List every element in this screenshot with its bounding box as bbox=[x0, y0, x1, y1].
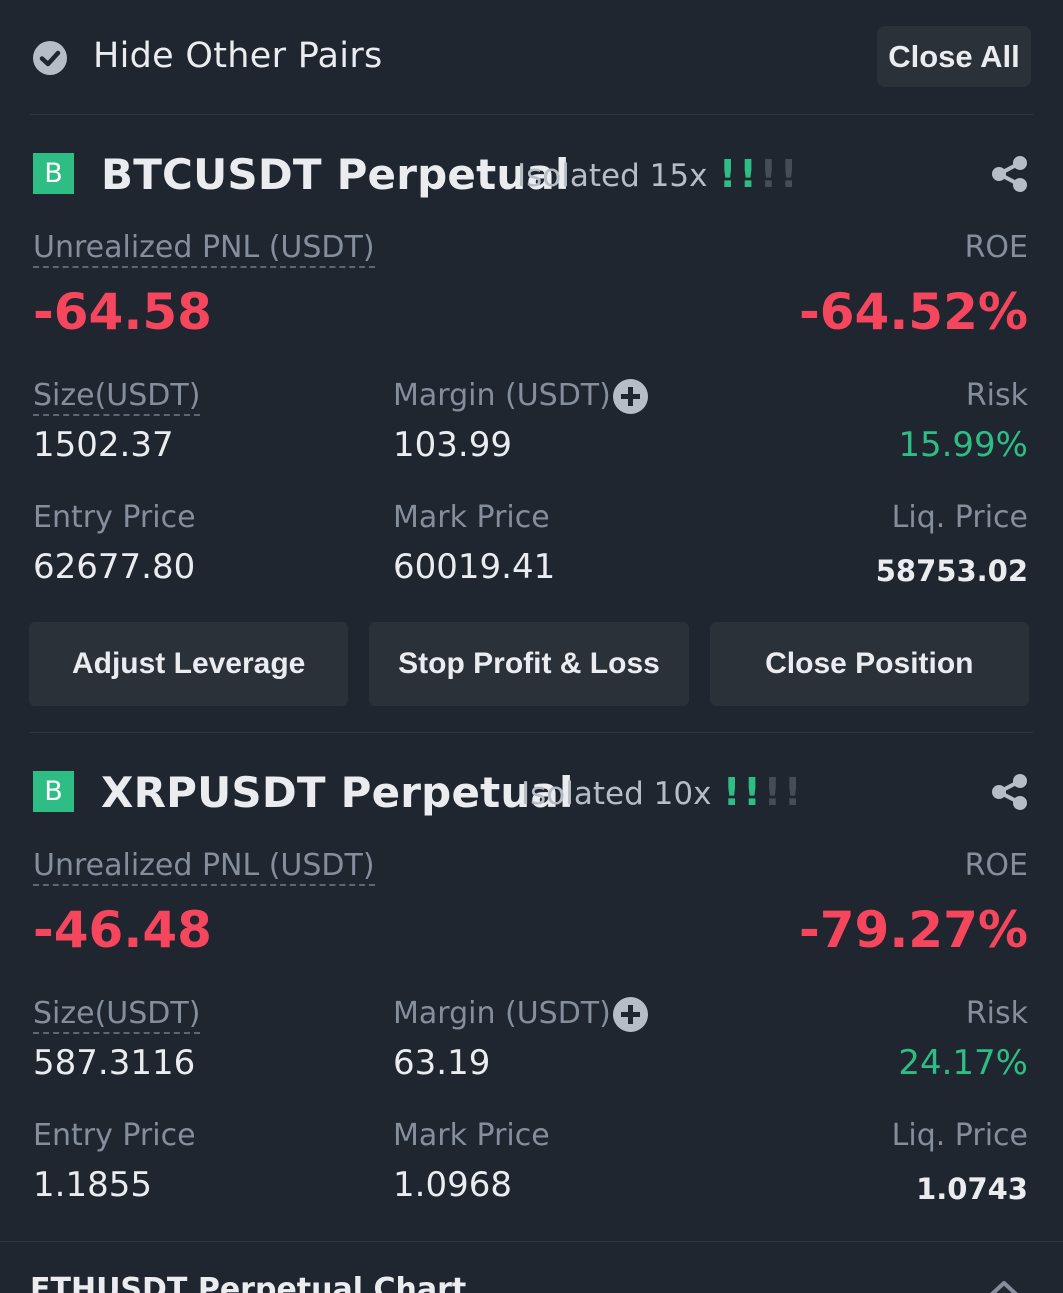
risk-value: 15.99% bbox=[898, 425, 1028, 465]
risk-label: Risk bbox=[965, 996, 1028, 1031]
liq-price-label: Liq. Price bbox=[891, 1118, 1028, 1153]
margin-label: Margin (USDT) bbox=[393, 996, 611, 1031]
position-actions: Adjust Leverage Stop Profit & Loss Close… bbox=[29, 622, 1029, 706]
roe-label: ROE bbox=[964, 848, 1028, 883]
size-value: 587.3116 bbox=[33, 1043, 196, 1083]
mark-price-label: Mark Price bbox=[393, 500, 550, 535]
margin-mode: Isolated 10x bbox=[521, 776, 712, 812]
liq-price-value: 58753.02 bbox=[875, 554, 1028, 588]
risk-level-icon: !!!! bbox=[723, 770, 802, 814]
side-badge: B bbox=[33, 771, 74, 812]
unrealized-pnl-label[interactable]: Unrealized PNL (USDT) bbox=[33, 848, 375, 886]
entry-price-value: 1.1855 bbox=[33, 1165, 152, 1205]
positions-toolbar: Hide Other Pairs Close All bbox=[0, 0, 1063, 115]
size-value: 1502.37 bbox=[33, 425, 174, 465]
unrealized-pnl-label[interactable]: Unrealized PNL (USDT) bbox=[33, 230, 375, 268]
mark-price-label: Mark Price bbox=[393, 1118, 550, 1153]
add-margin-icon[interactable] bbox=[613, 379, 648, 414]
risk-value: 24.17% bbox=[898, 1043, 1028, 1083]
adjust-leverage-button[interactable]: Adjust Leverage bbox=[29, 622, 349, 706]
check-circle-icon[interactable] bbox=[33, 41, 67, 75]
entry-price-label: Entry Price bbox=[33, 500, 196, 535]
add-margin-icon[interactable] bbox=[613, 997, 648, 1032]
liq-price-value: 1.0743 bbox=[916, 1172, 1028, 1206]
close-all-button[interactable]: Close All bbox=[877, 26, 1031, 87]
hide-other-pairs-label[interactable]: Hide Other Pairs bbox=[93, 36, 383, 76]
mark-price-value: 60019.41 bbox=[393, 547, 556, 587]
margin-value: 103.99 bbox=[393, 425, 512, 465]
divider bbox=[30, 114, 1033, 115]
entry-price-value: 62677.80 bbox=[33, 547, 196, 587]
margin-mode: Isolated 15x bbox=[517, 158, 708, 194]
divider bbox=[30, 732, 1033, 733]
roe-value: -79.27% bbox=[798, 901, 1028, 959]
roe-value: -64.52% bbox=[798, 283, 1028, 341]
positions-screen: Hide Other Pairs Close All B BTCUSDT Per… bbox=[0, 0, 1063, 1293]
unrealized-pnl-value: -64.58 bbox=[33, 283, 212, 341]
position-symbol[interactable]: BTCUSDT Perpetual bbox=[101, 150, 570, 199]
risk-level-icon: !!!! bbox=[719, 152, 798, 196]
share-icon[interactable] bbox=[990, 772, 1030, 812]
share-icon[interactable] bbox=[990, 154, 1030, 194]
size-label[interactable]: Size(USDT) bbox=[33, 996, 201, 1034]
entry-price-label: Entry Price bbox=[33, 1118, 196, 1153]
close-position-button[interactable]: Close Position bbox=[709, 622, 1029, 706]
mark-price-value: 1.0968 bbox=[393, 1165, 512, 1205]
side-badge: B bbox=[33, 153, 74, 194]
chevron-up-icon[interactable] bbox=[987, 1278, 1021, 1293]
liq-price-label: Liq. Price bbox=[891, 500, 1028, 535]
chart-panel-title[interactable]: ETHUSDT Perpetual Chart bbox=[30, 1272, 466, 1293]
position-symbol[interactable]: XRPUSDT Perpetual bbox=[101, 768, 574, 817]
roe-label: ROE bbox=[964, 230, 1028, 265]
unrealized-pnl-value: -46.48 bbox=[33, 901, 212, 959]
margin-value: 63.19 bbox=[393, 1043, 491, 1083]
margin-label: Margin (USDT) bbox=[393, 378, 611, 413]
size-label[interactable]: Size(USDT) bbox=[33, 378, 201, 416]
stop-profit-loss-button[interactable]: Stop Profit & Loss bbox=[369, 622, 689, 706]
risk-label: Risk bbox=[965, 378, 1028, 413]
